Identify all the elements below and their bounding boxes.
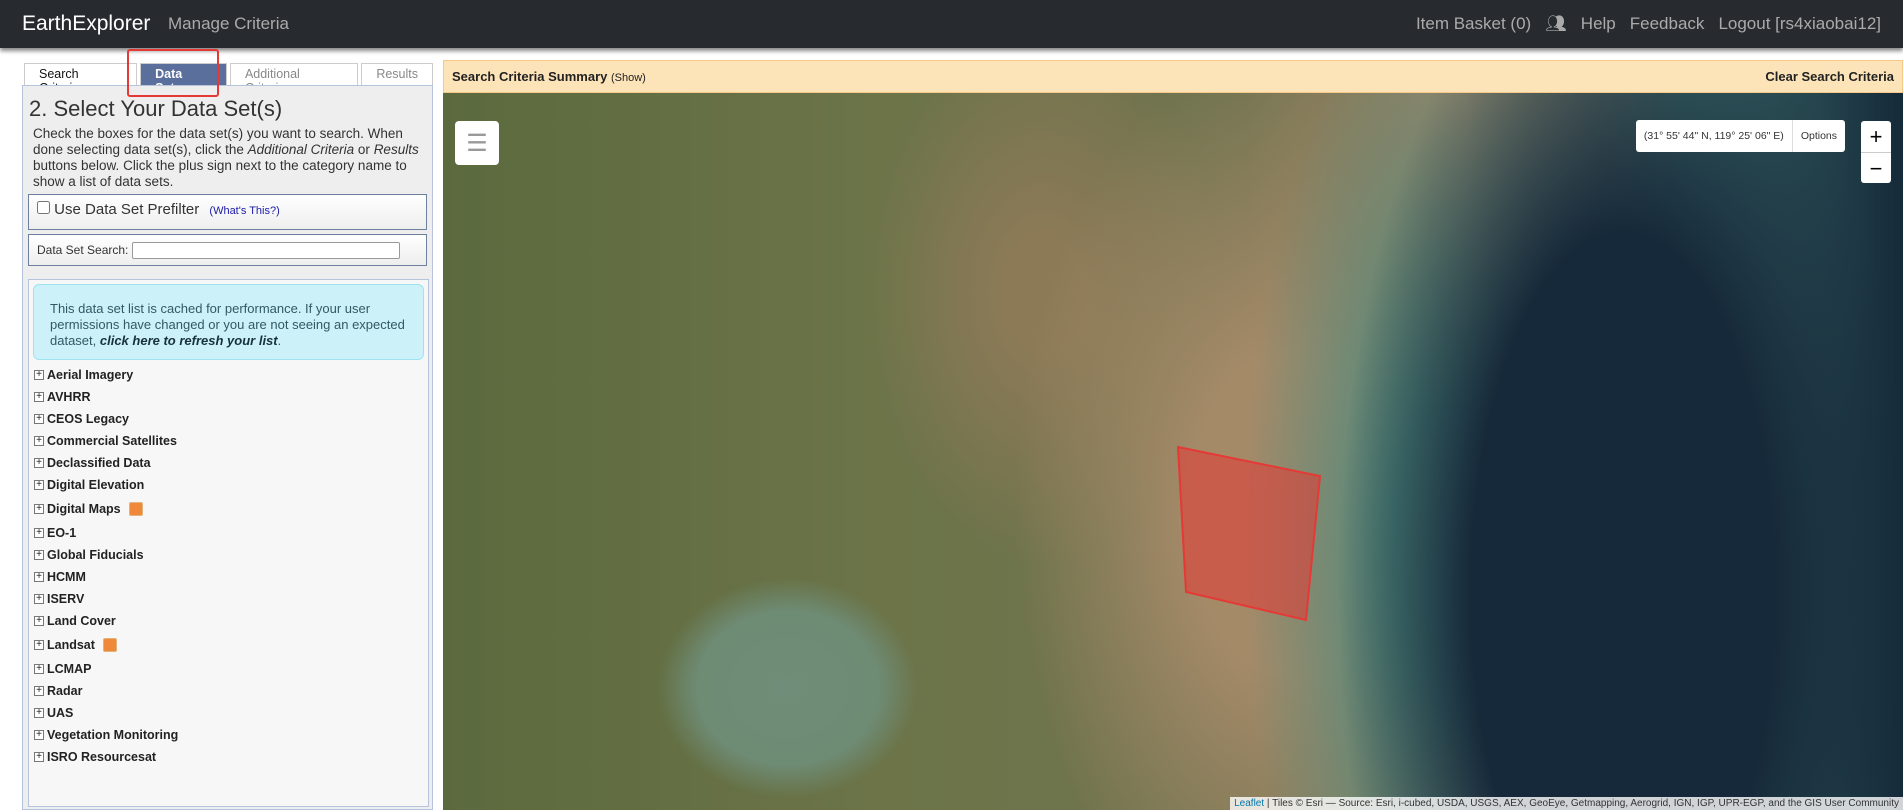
expand-plus-icon[interactable]: + bbox=[34, 572, 44, 582]
prefilter-label: Use Data Set Prefilter bbox=[54, 201, 200, 218]
dataset-category[interactable]: + AVHRR bbox=[29, 386, 428, 408]
expand-plus-icon[interactable]: + bbox=[34, 414, 44, 424]
dataset-category[interactable]: + EO-1 bbox=[29, 522, 428, 544]
category-label: AVHRR bbox=[47, 390, 91, 404]
data-sets-panel: 2. Select Your Data Set(s) Check the box… bbox=[22, 85, 433, 810]
zoom-control: + − bbox=[1861, 121, 1891, 183]
category-label: Aerial Imagery bbox=[47, 368, 134, 382]
category-label: Global Fiducials bbox=[47, 548, 144, 562]
summary-title: Search Criteria Summary bbox=[452, 69, 608, 84]
zoom-in-button[interactable]: + bbox=[1861, 121, 1891, 152]
expand-plus-icon[interactable]: + bbox=[34, 550, 44, 560]
dataset-category[interactable]: + HCMM bbox=[29, 566, 428, 588]
category-label: LCMAP bbox=[47, 662, 92, 676]
prefilter-box: Use Data Set Prefilter (What's This?) bbox=[28, 194, 427, 230]
coordinate-readout: (31° 55' 44" N, 119° 25' 06" E) Options bbox=[1635, 120, 1845, 152]
map-attribution: Leaflet | Tiles © Esri — Source: Esri, i… bbox=[1230, 797, 1903, 810]
expand-plus-icon[interactable]: + bbox=[34, 752, 44, 762]
dataset-category[interactable]: + Commercial Satellites bbox=[29, 430, 428, 452]
leaflet-link[interactable]: Leaflet bbox=[1234, 798, 1264, 809]
dataset-tree: This data set list is cached for perform… bbox=[28, 279, 429, 807]
highlight-annotation bbox=[127, 49, 219, 97]
tab-results[interactable]: Results bbox=[361, 63, 433, 85]
dataset-category[interactable]: + ISERV bbox=[29, 588, 428, 610]
category-label: Land Cover bbox=[47, 614, 116, 628]
prefilter-checkbox[interactable] bbox=[37, 201, 50, 214]
expand-plus-icon[interactable]: + bbox=[34, 730, 44, 740]
logout-link[interactable]: Logout [rs4xiaobai12] bbox=[1718, 14, 1881, 34]
refresh-list-link[interactable]: click here to refresh your list bbox=[100, 333, 278, 348]
top-nav: EarthExplorer Manage Criteria Item Baske… bbox=[0, 0, 1903, 48]
category-label: ISERV bbox=[47, 592, 85, 606]
category-label: Vegetation Monitoring bbox=[47, 728, 179, 742]
feedback-link[interactable]: Feedback bbox=[1630, 14, 1705, 34]
category-label: Radar bbox=[47, 684, 83, 698]
whats-this-link[interactable]: (What's This?) bbox=[209, 205, 279, 217]
expand-plus-icon[interactable]: + bbox=[34, 640, 44, 650]
instructions: Check the boxes for the data set(s) you … bbox=[33, 126, 419, 189]
category-label: CEOS Legacy bbox=[47, 412, 129, 426]
user-settings-icon[interactable]: 👥︎ bbox=[1545, 14, 1567, 34]
zoom-out-button[interactable]: − bbox=[1861, 152, 1891, 183]
left-panel: Search Criteria Data Sets Additional Cri… bbox=[22, 63, 433, 810]
category-label: Digital Maps bbox=[47, 502, 121, 516]
layers-icon[interactable]: ☰ bbox=[455, 121, 499, 165]
dataset-category[interactable]: + Declassified Data bbox=[29, 452, 428, 474]
dataset-category[interactable]: + Land Cover bbox=[29, 610, 428, 632]
dataset-search-input[interactable] bbox=[132, 241, 401, 259]
manage-criteria-link[interactable]: Manage Criteria bbox=[168, 14, 289, 34]
category-label: UAS bbox=[47, 706, 74, 720]
dataset-category[interactable]: + Aerial Imagery bbox=[29, 364, 428, 386]
show-summary-link[interactable]: (Show) bbox=[611, 72, 646, 84]
options-button[interactable]: Options bbox=[1791, 120, 1845, 152]
dataset-category[interactable]: + Vegetation Monitoring bbox=[29, 724, 428, 746]
expand-plus-icon[interactable]: + bbox=[34, 708, 44, 718]
external-link-icon[interactable] bbox=[128, 502, 143, 516]
expand-plus-icon[interactable]: + bbox=[34, 594, 44, 604]
brand-logo[interactable]: EarthExplorer bbox=[22, 12, 150, 36]
panel-title: 2. Select Your Data Set(s) bbox=[29, 96, 283, 121]
dataset-category[interactable]: + CEOS Legacy bbox=[29, 408, 428, 430]
expand-plus-icon[interactable]: + bbox=[34, 528, 44, 538]
clear-search-criteria-button[interactable]: Clear Search Criteria bbox=[1765, 69, 1894, 84]
dataset-search-label: Data Set Search: bbox=[37, 243, 129, 257]
dataset-category[interactable]: + Radar bbox=[29, 680, 428, 702]
dataset-category[interactable]: + ISRO Resourcesat bbox=[29, 746, 428, 768]
search-criteria-summary-bar: Search Criteria Summary (Show) Clear Sea… bbox=[443, 60, 1903, 93]
dataset-category[interactable]: + LCMAP bbox=[29, 658, 428, 680]
expand-plus-icon[interactable]: + bbox=[34, 436, 44, 446]
category-label: Landsat bbox=[47, 638, 95, 652]
satellite-map[interactable]: ☰ (31° 55' 44" N, 119° 25' 06" E) Options… bbox=[443, 93, 1903, 810]
cache-notice: This data set list is cached for perform… bbox=[33, 284, 424, 360]
expand-plus-icon[interactable]: + bbox=[34, 616, 44, 626]
dataset-search-box: Data Set Search: bbox=[28, 234, 427, 266]
category-label: ISRO Resourcesat bbox=[47, 750, 157, 764]
category-label: HCMM bbox=[47, 570, 86, 584]
dataset-category[interactable]: + UAS bbox=[29, 702, 428, 724]
expand-plus-icon[interactable]: + bbox=[34, 370, 44, 380]
tab-additional-criteria[interactable]: Additional Criteria bbox=[229, 63, 359, 95]
tab-search-criteria[interactable]: Search Criteria bbox=[24, 63, 138, 95]
expand-plus-icon[interactable]: + bbox=[34, 392, 44, 402]
dataset-category[interactable]: + Digital Elevation bbox=[29, 474, 428, 496]
area-of-interest-polygon[interactable] bbox=[443, 93, 1903, 810]
expand-plus-icon[interactable]: + bbox=[34, 458, 44, 468]
external-link-icon[interactable] bbox=[102, 638, 117, 652]
dataset-category[interactable]: + Digital Maps bbox=[29, 496, 428, 522]
help-link[interactable]: Help bbox=[1581, 14, 1616, 34]
expand-plus-icon[interactable]: + bbox=[34, 480, 44, 490]
category-label: Commercial Satellites bbox=[47, 434, 177, 448]
map-area: Search Criteria Summary (Show) Clear Sea… bbox=[443, 60, 1903, 810]
expand-plus-icon[interactable]: + bbox=[34, 686, 44, 696]
expand-plus-icon[interactable]: + bbox=[34, 664, 44, 674]
category-label: Declassified Data bbox=[47, 456, 151, 470]
expand-plus-icon[interactable]: + bbox=[34, 504, 44, 514]
category-label: Digital Elevation bbox=[47, 478, 145, 492]
dataset-category[interactable]: + Landsat bbox=[29, 632, 428, 658]
category-label: EO-1 bbox=[47, 526, 77, 540]
item-basket-link[interactable]: Item Basket (0) bbox=[1416, 14, 1531, 34]
dataset-category[interactable]: + Global Fiducials bbox=[29, 544, 428, 566]
